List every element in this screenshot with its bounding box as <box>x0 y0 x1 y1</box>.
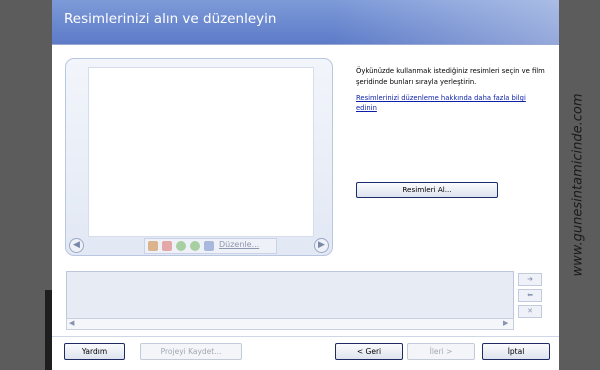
filmstrip[interactable] <box>66 271 514 319</box>
move-right-button[interactable]: ➜ <box>518 273 542 286</box>
rotate-left-icon[interactable] <box>176 241 186 251</box>
next-picture-icon[interactable]: ▶ <box>314 238 329 253</box>
header-gradient <box>332 0 559 44</box>
instructions-text: Öykünüzde kullanmak istediğiniz resimler… <box>356 67 545 86</box>
previous-picture-icon[interactable]: ◀ <box>69 238 84 253</box>
chart-icon[interactable] <box>148 241 158 251</box>
cancel-button[interactable]: İptal <box>482 343 550 360</box>
get-pictures-button[interactable]: Resimleri Al... <box>356 182 498 198</box>
wizard-header: Resimlerinizi alın ve düzenleyin <box>52 0 559 45</box>
watermark-text: www.gunesintamicinde.com <box>570 93 586 277</box>
background-strip <box>45 290 52 370</box>
help-button[interactable]: Yardım <box>64 343 125 360</box>
edit-button[interactable]: Düzenle... <box>219 240 259 249</box>
scroll-left-icon[interactable]: ◀ <box>69 319 74 327</box>
preview-toolbar: Düzenle... <box>144 238 277 254</box>
delete-button[interactable]: ✕ <box>518 305 542 318</box>
wizard-title: Resimlerinizi alın ve düzenleyin <box>64 11 277 27</box>
footer-divider <box>52 336 559 337</box>
next-button[interactable]: İleri > <box>407 343 475 360</box>
rotate-right-icon[interactable] <box>190 241 200 251</box>
picture-edit-icon[interactable] <box>204 241 214 251</box>
scroll-right-icon[interactable]: ▶ <box>503 319 508 327</box>
save-project-button[interactable]: Projeyi Kaydet... <box>140 343 242 360</box>
image-icon[interactable] <box>162 241 172 251</box>
back-button[interactable]: < Geri <box>335 343 403 360</box>
preview-canvas <box>88 67 314 237</box>
preview-panel: ◀ ▶ Düzenle... <box>65 58 333 256</box>
filmstrip-scrollbar[interactable]: ◀ ▶ <box>66 318 514 330</box>
help-link[interactable]: Resimlerinizi düzenleme hakkında daha fa… <box>356 94 546 113</box>
wizard-window: Resimlerinizi alın ve düzenleyin ◀ ▶ Düz… <box>52 0 559 370</box>
move-left-button[interactable]: ⬅ <box>518 289 542 302</box>
